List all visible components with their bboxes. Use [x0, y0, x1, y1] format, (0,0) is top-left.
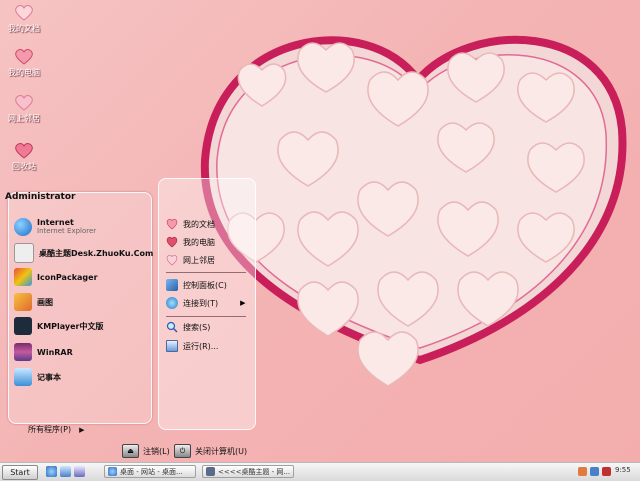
- task-label: <<<<桌酷主题 - 网...: [218, 467, 291, 476]
- program-label: Internet: [37, 218, 74, 227]
- control-panel-icon: [166, 279, 178, 291]
- heart-icon: [15, 142, 33, 159]
- winrar-icon: [14, 343, 32, 361]
- place-connect-to[interactable]: 连接到(T) ▶: [166, 296, 246, 310]
- search-icon: [166, 321, 178, 333]
- user-name: Administrator: [5, 192, 76, 202]
- internet-explorer-icon: [108, 467, 117, 476]
- program-zhuoku-theme[interactable]: 桌酷主题Desk.ZhuoKu.Com: [14, 242, 153, 264]
- desktop-icon-network-places[interactable]: 网上邻居: [4, 94, 44, 124]
- arrow-right-icon: ▶: [79, 425, 85, 434]
- taskbar-window-button[interactable]: 桌面 - 网站 - 桌面...: [104, 465, 196, 478]
- desktop-icon-my-documents[interactable]: 我的文档: [4, 4, 44, 34]
- desktop-icon-recycle-bin[interactable]: 回收站: [4, 142, 44, 172]
- quick-launch-media-icon[interactable]: [74, 466, 85, 477]
- heart-icon: [166, 218, 178, 230]
- taskbar-window-button[interactable]: <<<<桌酷主题 - 网...: [202, 465, 294, 478]
- heart-icon: [15, 94, 33, 111]
- desktop-icon-label: 网上邻居: [8, 114, 40, 123]
- place-control-panel[interactable]: 控制面板(C): [166, 278, 227, 292]
- desktop-icon-label: 我的文档: [8, 24, 40, 33]
- task-label: 桌面 - 网站 - 桌面...: [120, 467, 183, 476]
- program-iconpackager[interactable]: IconPackager: [14, 266, 98, 288]
- program-kmplayer[interactable]: KMPlayer中文版: [14, 315, 104, 337]
- iconpackager-icon: [14, 268, 32, 286]
- place-run[interactable]: 运行(R)...: [166, 339, 218, 353]
- place-label: 我的电脑: [183, 237, 215, 247]
- program-label: 记事本: [37, 372, 61, 382]
- internet-explorer-icon: [14, 218, 32, 236]
- window-icon: [206, 467, 215, 476]
- program-sublabel: Internet Explorer: [37, 227, 97, 235]
- menu-separator: [166, 316, 246, 317]
- taskbar: Start 桌面 - 网站 - 桌面... <<<<桌酷主题 - 网... 9:…: [0, 462, 640, 481]
- desktop-icon-label: 回收站: [12, 162, 36, 171]
- shutdown-button[interactable]: ⏻ 关闭计算机(U): [174, 444, 247, 458]
- kmplayer-icon: [14, 317, 32, 335]
- place-label: 我的文档: [183, 219, 215, 229]
- notepad-icon: [14, 368, 32, 386]
- all-programs-button[interactable]: 所有程序(P) ▶: [28, 424, 84, 435]
- place-network-places[interactable]: 网上邻居: [166, 253, 215, 267]
- menu-separator: [166, 272, 246, 273]
- program-internet-explorer[interactable]: Internet Internet Explorer: [14, 216, 96, 238]
- desktop-icon-label: 我的电脑: [8, 68, 40, 77]
- power-icon: ⏻: [174, 444, 191, 458]
- clock[interactable]: 9:55: [615, 466, 631, 474]
- place-label: 运行(R)...: [183, 341, 219, 351]
- heart-icon: [166, 254, 178, 266]
- run-icon: [166, 340, 178, 352]
- quick-launch-desktop-icon[interactable]: [60, 466, 71, 477]
- paint-icon: [14, 293, 32, 311]
- place-label: 网上邻居: [183, 255, 215, 265]
- shutdown-label: 关闭计算机(U): [195, 446, 248, 456]
- quick-launch-ie-icon[interactable]: [46, 466, 57, 477]
- place-label: 控制面板(C): [183, 280, 227, 290]
- connect-to-icon: [166, 297, 178, 309]
- place-label: 搜索(S): [183, 322, 211, 332]
- tray-network-icon[interactable]: [590, 467, 599, 476]
- place-my-documents[interactable]: 我的文档: [166, 217, 215, 231]
- place-search[interactable]: 搜索(S): [166, 320, 210, 334]
- desktop-icon-my-computer[interactable]: 我的电脑: [4, 48, 44, 78]
- heart-icon: [15, 4, 33, 21]
- program-label: 桌酷主题Desk.ZhuoKu.Com: [39, 248, 154, 258]
- program-label: WinRAR: [37, 347, 73, 357]
- logoff-button[interactable]: ⏏ 注销(L): [122, 444, 170, 458]
- logoff-icon: ⏏: [122, 444, 139, 458]
- zhuoku-theme-icon: [14, 243, 34, 263]
- program-label: IconPackager: [37, 272, 98, 282]
- tray-security-icon[interactable]: [602, 467, 611, 476]
- all-programs-label: 所有程序(P): [28, 425, 72, 434]
- heart-icon: [166, 236, 178, 248]
- program-label: KMPlayer中文版: [37, 321, 104, 331]
- start-button[interactable]: Start: [2, 465, 38, 480]
- program-paint[interactable]: 画图: [14, 291, 53, 313]
- program-label: 画图: [37, 297, 53, 307]
- tray-user-icon[interactable]: [578, 467, 587, 476]
- place-label: 连接到(T): [183, 298, 219, 308]
- program-winrar[interactable]: WinRAR: [14, 341, 73, 363]
- place-my-computer[interactable]: 我的电脑: [166, 235, 215, 249]
- program-notepad[interactable]: 记事本: [14, 366, 61, 388]
- arrow-right-icon: ▶: [240, 299, 246, 307]
- logoff-label: 注销(L): [143, 446, 170, 456]
- heart-icon: [15, 48, 33, 65]
